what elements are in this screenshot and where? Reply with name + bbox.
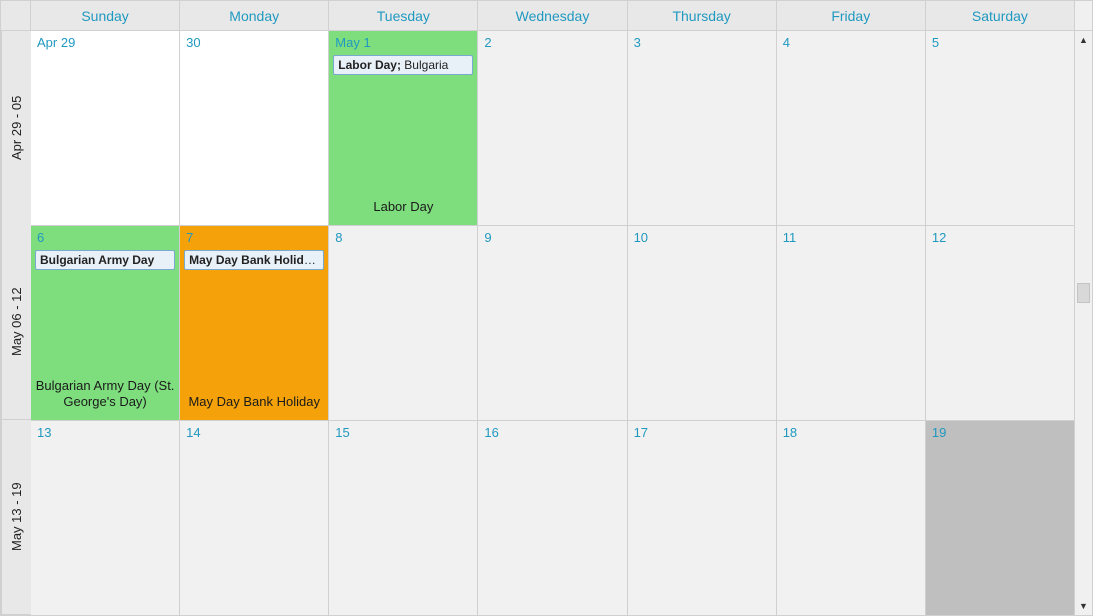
day-cell[interactable]: 16 [478, 421, 627, 615]
calendar-header-row: Sunday Monday Tuesday Wednesday Thursday… [1, 1, 1092, 31]
day-header-sunday[interactable]: Sunday [31, 1, 180, 31]
date-number: 15 [329, 421, 477, 444]
scroll-down-icon[interactable]: ▼ [1075, 597, 1092, 615]
day-cell[interactable]: 14 [180, 421, 329, 615]
weeks-grid: Apr 29 30 May 1 Labor Day; Bulgaria Labo… [31, 31, 1074, 615]
event-chip[interactable]: May Day Bank Holiday; [184, 250, 324, 270]
date-number: 5 [926, 31, 1074, 54]
date-number: 11 [777, 226, 925, 249]
week-row-1: 6 Bulgarian Army Day Bulgarian Army Day … [31, 225, 1074, 420]
day-cell[interactable]: 17 [628, 421, 777, 615]
calendar-corner [1, 1, 31, 31]
week-labels: Apr 29 - 05 May 06 - 12 May 13 - 19 [1, 31, 31, 615]
scroll-up-icon[interactable]: ▲ [1075, 31, 1092, 49]
date-number: Apr 29 [31, 31, 179, 54]
date-number: 16 [478, 421, 626, 444]
week-label-0[interactable]: Apr 29 - 05 [1, 31, 31, 225]
date-number: 17 [628, 421, 776, 444]
day-cell[interactable]: May 1 Labor Day; Bulgaria Labor Day [329, 31, 478, 225]
day-headers: Sunday Monday Tuesday Wednesday Thursday… [31, 1, 1074, 31]
date-number: 3 [628, 31, 776, 54]
week-row-0: Apr 29 30 May 1 Labor Day; Bulgaria Labo… [31, 31, 1074, 225]
day-cell[interactable]: Apr 29 [31, 31, 180, 225]
day-cell[interactable]: 3 [628, 31, 777, 225]
cell-footer-label: Labor Day [329, 193, 477, 225]
scroll-thumb[interactable] [1077, 283, 1090, 303]
date-number: 7 [180, 226, 328, 249]
day-cell[interactable]: 11 [777, 226, 926, 420]
day-header-friday[interactable]: Friday [777, 1, 926, 31]
day-cell[interactable]: 10 [628, 226, 777, 420]
vertical-scrollbar[interactable]: ▲ ▼ [1074, 31, 1092, 615]
day-cell[interactable]: 9 [478, 226, 627, 420]
day-cell-today[interactable]: 19 [926, 421, 1074, 615]
day-cell[interactable]: 15 [329, 421, 478, 615]
date-number: May 1 [329, 31, 477, 54]
date-number: 13 [31, 421, 179, 444]
scroll-header-spacer [1074, 1, 1092, 31]
day-cell[interactable]: 2 [478, 31, 627, 225]
day-cell[interactable]: 18 [777, 421, 926, 615]
day-cell[interactable]: 6 Bulgarian Army Day Bulgarian Army Day … [31, 226, 180, 420]
day-cell[interactable]: 7 May Day Bank Holiday; May Day Bank Hol… [180, 226, 329, 420]
day-header-monday[interactable]: Monday [180, 1, 329, 31]
date-number: 10 [628, 226, 776, 249]
event-chip[interactable]: Labor Day; Bulgaria [333, 55, 473, 75]
date-number: 14 [180, 421, 328, 444]
date-number: 6 [31, 226, 179, 249]
week-label-2[interactable]: May 13 - 19 [1, 420, 31, 615]
day-cell[interactable]: 5 [926, 31, 1074, 225]
week-row-2: 13 14 15 16 17 18 19 [31, 420, 1074, 615]
day-header-wednesday[interactable]: Wednesday [478, 1, 627, 31]
day-header-thursday[interactable]: Thursday [628, 1, 777, 31]
day-cell[interactable]: 12 [926, 226, 1074, 420]
cell-footer-label: Bulgarian Army Day (St. George's Day) [31, 372, 179, 421]
day-cell[interactable]: 30 [180, 31, 329, 225]
event-title-bold: May Day Bank Holiday; [189, 253, 321, 267]
calendar-body: Apr 29 - 05 May 06 - 12 May 13 - 19 Apr … [1, 31, 1092, 615]
date-number: 19 [926, 421, 1074, 444]
date-number: 8 [329, 226, 477, 249]
day-header-saturday[interactable]: Saturday [926, 1, 1074, 31]
day-header-tuesday[interactable]: Tuesday [329, 1, 478, 31]
date-number: 18 [777, 421, 925, 444]
day-cell[interactable]: 4 [777, 31, 926, 225]
calendar-month-view: Sunday Monday Tuesday Wednesday Thursday… [0, 0, 1093, 616]
date-number: 12 [926, 226, 1074, 249]
event-title-rest: Bulgaria [401, 58, 448, 72]
event-chip[interactable]: Bulgarian Army Day [35, 250, 175, 270]
event-title-bold: Bulgarian Army Day [40, 253, 154, 267]
date-number: 30 [180, 31, 328, 54]
day-cell[interactable]: 8 [329, 226, 478, 420]
cell-footer-label: May Day Bank Holiday [180, 388, 328, 420]
event-title-bold: Labor Day; [338, 58, 401, 72]
week-label-1[interactable]: May 06 - 12 [1, 225, 31, 420]
date-number: 2 [478, 31, 626, 54]
date-number: 4 [777, 31, 925, 54]
date-number: 9 [478, 226, 626, 249]
day-cell[interactable]: 13 [31, 421, 180, 615]
